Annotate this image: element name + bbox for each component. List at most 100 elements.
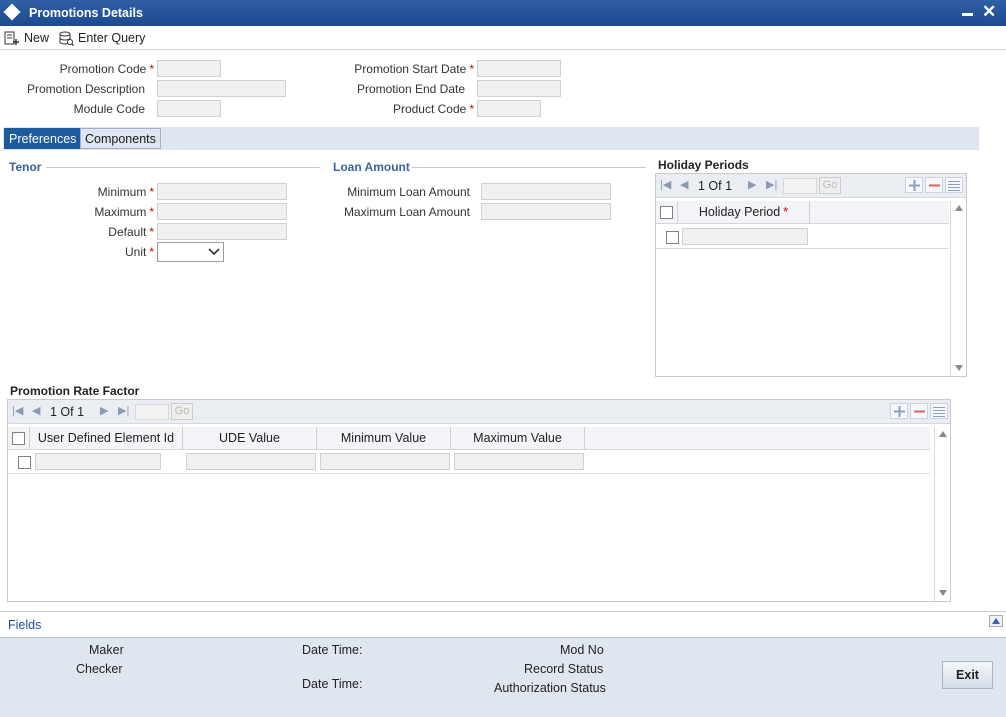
row-divider: [656, 248, 949, 249]
promotion-rate-factor-heading: Promotion Rate Factor: [10, 384, 140, 398]
authorization-status-label: Authorization Status: [494, 681, 606, 695]
enter-query-label: Enter Query: [78, 31, 146, 45]
maximum-value-cell-input[interactable]: [454, 453, 584, 470]
last-page-icon[interactable]: ▶|: [118, 404, 129, 417]
select-all-checkbox[interactable]: [660, 206, 673, 219]
loan-amount-divider: [412, 167, 646, 168]
minimum-loan-amount-field[interactable]: [481, 183, 611, 200]
maximum-loan-amount-field[interactable]: [481, 203, 611, 220]
ude-value-column-header[interactable]: UDE Value: [183, 427, 317, 450]
tenor-divider: [46, 167, 320, 168]
holiday-period-cell-input[interactable]: [682, 228, 808, 245]
scroll-up-icon[interactable]: [939, 431, 947, 437]
app-diamond-icon: [3, 3, 21, 21]
new-button[interactable]: New: [4, 29, 49, 47]
tenor-default-field[interactable]: [157, 223, 287, 240]
rate-factor-page-input[interactable]: [135, 404, 169, 420]
product-code-field[interactable]: [477, 100, 541, 117]
rate-factor-header: User Defined Element Id UDE Value Minimu…: [8, 427, 930, 450]
new-document-icon: [4, 31, 20, 46]
previous-page-icon[interactable]: ◀: [32, 404, 40, 417]
loan-amount-heading: Loan Amount: [333, 160, 410, 174]
promotion-code-field[interactable]: [157, 60, 221, 77]
product-code-label: Product Code *: [392, 102, 474, 116]
holiday-periods-scrollbar[interactable]: [950, 201, 966, 376]
scroll-down-icon[interactable]: [955, 365, 963, 371]
tenor-maximum-field[interactable]: [157, 203, 287, 220]
tenor-maximum-label: Maximum *: [94, 205, 154, 219]
promotion-end-date-label: Promotion End Date: [356, 82, 465, 96]
add-row-button[interactable]: [905, 177, 923, 193]
minimum-value-column-header[interactable]: Minimum Value: [317, 427, 451, 450]
scroll-up-icon[interactable]: [955, 205, 963, 211]
ude-value-cell-input[interactable]: [186, 453, 316, 470]
user-defined-element-id-cell-input[interactable]: [35, 453, 161, 470]
rate-factor-scrollbar[interactable]: [934, 427, 950, 601]
select-all-cell: [8, 427, 30, 450]
holiday-go-button[interactable]: Go: [819, 177, 841, 194]
fields-link[interactable]: Fields: [8, 618, 41, 632]
minimize-icon[interactable]: [962, 13, 973, 16]
tenor-minimum-field[interactable]: [157, 183, 287, 200]
tab-components[interactable]: Components: [80, 128, 161, 149]
title-bar: Promotions Details ✕: [0, 0, 1006, 26]
module-code-field[interactable]: [157, 100, 221, 117]
maker-label: Maker: [89, 643, 124, 657]
promotion-start-date-label: Promotion Start Date *: [354, 62, 474, 76]
maximum-value-column-header[interactable]: Maximum Value: [451, 427, 585, 450]
fields-bar: Fields: [0, 611, 1006, 636]
holiday-page-input[interactable]: [783, 178, 817, 194]
enter-query-button[interactable]: Enter Query: [58, 29, 145, 47]
promotion-description-label: Promotion Description: [26, 82, 145, 96]
user-defined-element-id-column-header[interactable]: User Defined Element Id: [30, 427, 183, 450]
list-icon: [948, 180, 960, 191]
tenor-default-label: Default *: [108, 225, 154, 239]
next-page-icon[interactable]: ▶: [100, 404, 108, 417]
list-icon: [933, 406, 945, 417]
select-all-cell: [656, 201, 678, 224]
new-label: New: [24, 31, 50, 45]
checker-label: Checker: [76, 662, 123, 676]
collapse-up-icon[interactable]: [989, 615, 1003, 627]
single-view-button[interactable]: [930, 403, 948, 419]
first-page-icon[interactable]: |◀: [660, 178, 671, 191]
last-page-icon[interactable]: ▶|: [766, 178, 777, 191]
chevron-down-icon: [208, 248, 220, 256]
select-all-checkbox[interactable]: [12, 432, 25, 445]
add-row-button[interactable]: [890, 403, 908, 419]
holiday-periods-header: Holiday Period *: [656, 201, 949, 224]
window-title: Promotions Details: [29, 6, 143, 20]
tenor-heading: Tenor: [9, 160, 42, 174]
rate-factor-go-button[interactable]: Go: [171, 403, 193, 420]
row-checkbox[interactable]: [666, 231, 679, 244]
holiday-periods-heading: Holiday Periods: [658, 158, 749, 172]
maker-date-time-label: Date Time:: [302, 643, 363, 657]
tab-preferences[interactable]: Preferences: [4, 128, 82, 149]
holiday-page-indicator: 1 Of 1: [698, 179, 733, 193]
next-page-icon[interactable]: ▶: [748, 178, 756, 191]
previous-page-icon[interactable]: ◀: [680, 178, 688, 191]
record-status-label: Record Status: [524, 662, 604, 676]
single-view-button[interactable]: [945, 177, 963, 193]
close-icon[interactable]: ✕: [982, 2, 996, 22]
minimum-loan-amount-label: Minimum Loan Amount: [347, 185, 470, 199]
minimum-value-cell-input[interactable]: [320, 453, 450, 470]
row-checkbox[interactable]: [18, 456, 31, 469]
holiday-periods-pager: |◀ ◀ 1 Of 1 ▶ ▶| Go: [656, 174, 966, 198]
plus-icon: [908, 179, 920, 191]
promotion-description-field[interactable]: [157, 80, 286, 97]
rate-factor-pager: |◀ ◀ 1 Of 1 ▶ ▶| Go: [8, 400, 950, 424]
delete-row-button[interactable]: [910, 403, 928, 419]
promotion-start-date-field[interactable]: [477, 60, 561, 77]
maximum-loan-amount-label: Maximum Loan Amount: [343, 205, 470, 219]
exit-button[interactable]: Exit: [942, 661, 993, 689]
mod-no-label: Mod No: [560, 643, 604, 657]
tenor-unit-select[interactable]: [157, 242, 224, 262]
promotion-end-date-field[interactable]: [477, 80, 561, 97]
delete-row-button[interactable]: [925, 177, 943, 193]
promotion-rate-factor-grid: |◀ ◀ 1 Of 1 ▶ ▶| Go User Defined Element…: [7, 399, 951, 602]
scroll-down-icon[interactable]: [939, 590, 947, 596]
promotion-code-label: Promotion Code *: [59, 62, 154, 76]
holiday-period-column-header[interactable]: Holiday Period *: [678, 201, 810, 224]
first-page-icon[interactable]: |◀: [12, 404, 23, 417]
